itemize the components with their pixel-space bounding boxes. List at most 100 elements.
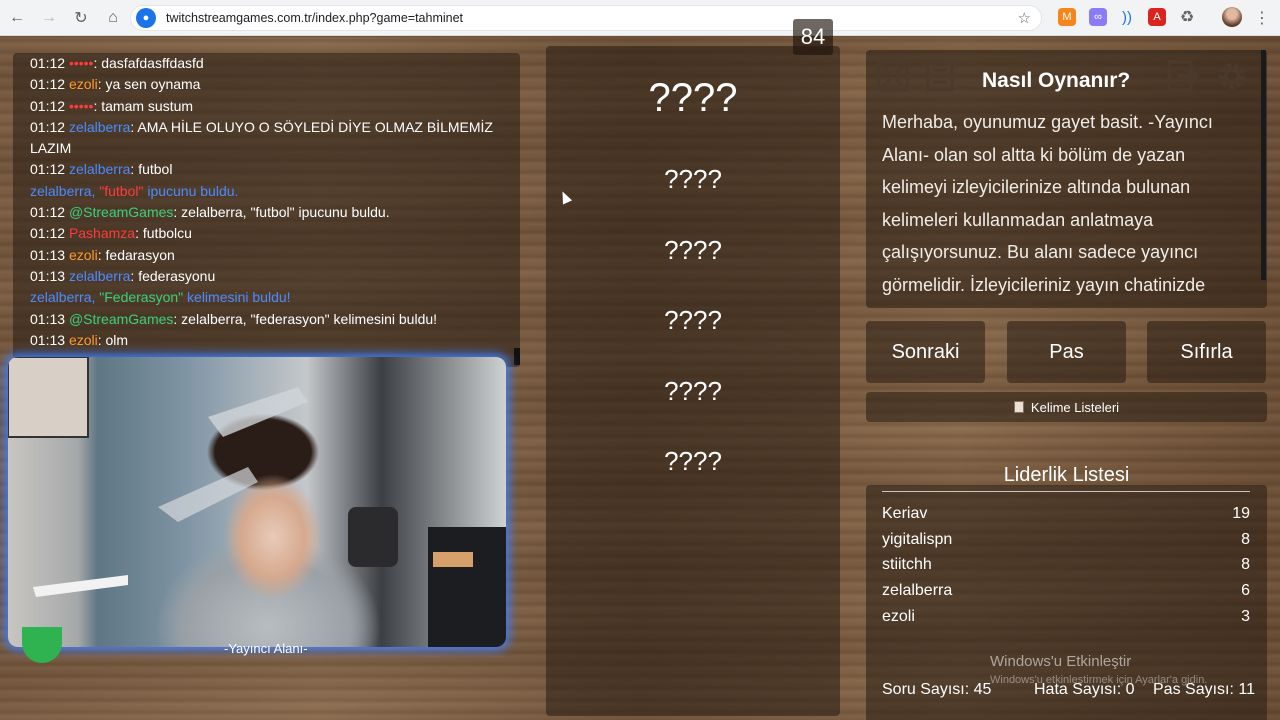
chat-text: : zelalberra, "federasyon" kelimesini bu… — [173, 310, 438, 327]
chat-username[interactable]: zelalberra — [69, 119, 130, 135]
chat-username[interactable]: ••••• — [69, 55, 94, 71]
chat-message: 01:13 zelalberra: federasyonu — [30, 266, 520, 287]
chat-text: : ya sen oynama — [97, 76, 201, 93]
reload-icon[interactable]: ↻ — [66, 3, 96, 33]
chat-message: 01:12 zelalberra: AMA HİLE OLUYO O SÖYLE… — [30, 117, 520, 160]
webcam-video — [8, 357, 506, 647]
chat-username[interactable]: @StreamGames — [69, 204, 173, 220]
next-button[interactable]: Sonraki — [866, 321, 985, 383]
howto-text: Merhaba, oyunumuz gayet basit. -Yayıncı … — [882, 112, 1213, 295]
leaderboard-row: yigitalispn 8 — [882, 531, 1250, 549]
extension-blue-icon[interactable]: )) — [1118, 8, 1136, 26]
chat-message: 01:13 ezoli: olm — [30, 330, 520, 351]
chat-timestamp: 01:13 — [30, 331, 69, 348]
player-score: 19 — [1232, 505, 1250, 522]
error-count: Hata Sayısı: 0 — [1034, 681, 1135, 698]
clue-word-3: ???? — [664, 305, 722, 335]
pass-button[interactable]: Pas — [1007, 321, 1126, 383]
player-name: yigitalispn — [882, 531, 953, 548]
word-lists-label: Kelime Listeleri — [1030, 399, 1120, 415]
chat-text: : olm — [97, 331, 129, 348]
extension-purple-icon[interactable]: ∞ — [1089, 8, 1107, 26]
player-name: Keriav — [882, 505, 928, 522]
chat-text: : tamam sustum — [93, 97, 194, 114]
player-score: 8 — [1241, 556, 1250, 573]
chat-timestamp: 01:12 — [30, 225, 69, 242]
player-name: ezoli — [882, 608, 915, 625]
address-bar[interactable]: ● twitchstreamgames.com.tr/index.php?gam… — [130, 5, 1042, 31]
chat-timestamp: 01:13 — [30, 310, 69, 327]
chat-username[interactable]: zelalberra, — [30, 289, 99, 305]
chat-timestamp: 01:12 — [30, 118, 69, 135]
leaderboard-title: Liderlik Listesi — [1003, 464, 1130, 486]
back-icon[interactable]: ← — [2, 3, 32, 33]
forward-icon[interactable]: → — [34, 3, 64, 33]
chat-username[interactable]: zelalberra — [69, 161, 130, 177]
player-score: 3 — [1241, 608, 1250, 625]
pdf-extension-icon[interactable]: A — [1148, 8, 1166, 26]
streamer-area-label: -Yayıncı Alanı- — [224, 641, 308, 656]
leaderboard-row: zelalberra 6 — [882, 582, 1250, 600]
extensions-puzzle-icon[interactable]: ♻ — [1178, 8, 1196, 26]
home-icon[interactable]: ⌂ — [98, 3, 128, 33]
clue-word-1: ???? — [664, 164, 722, 194]
menu-kebab-icon[interactable]: ⋮ — [1254, 8, 1270, 28]
player-score: 6 — [1241, 582, 1250, 599]
chat-username[interactable]: ••••• — [69, 98, 94, 114]
leaderboard-row: ezoli 3 — [882, 608, 1250, 626]
url-text[interactable]: twitchstreamgames.com.tr/index.php?game=… — [166, 11, 463, 25]
fullscreen-icon[interactable] — [875, 58, 911, 94]
word-lists-button[interactable]: Kelime Listeleri — [866, 392, 1267, 422]
howto-scrollbar[interactable] — [1261, 50, 1266, 280]
chat-text: : futbolcu — [135, 225, 192, 242]
leaderboard-row: stiitchh 8 — [882, 556, 1250, 574]
logout-icon[interactable] — [1166, 58, 1202, 94]
chat-username[interactable]: ezoli — [69, 76, 98, 92]
chat-username[interactable]: ezoli — [69, 247, 98, 263]
countdown-timer: 84 — [793, 19, 833, 55]
chat-timestamp: 01:12 — [30, 161, 69, 178]
chat-text: : futbol — [130, 161, 173, 178]
chat-timestamp: 01:13 — [30, 267, 69, 284]
player-name: stiitchh — [882, 556, 932, 573]
chat-username[interactable]: @StreamGames — [69, 311, 173, 327]
chat-highlight-word: "futbol" — [99, 182, 144, 199]
chat-message: 01:13 ezoli: fedarasyon — [30, 245, 520, 266]
chat-message: 01:12 Pashamza: futbolcu — [30, 223, 520, 244]
chat-text: : dasfafdasffdasfd — [93, 55, 204, 71]
chat-message: 01:12 zelalberra: futbol — [30, 159, 520, 180]
chat-text: : federasyonu — [130, 267, 216, 284]
leaderboard-divider — [882, 491, 1250, 492]
chat-panel: 01:12 •••••: dasfafdasffdasfd 01:12 ezoli… — [13, 53, 520, 367]
chat-message: 01:13 @StreamGames: zelalberra, "federas… — [30, 309, 520, 330]
settings-gear-icon[interactable] — [1214, 58, 1250, 94]
chat-scrollbar[interactable] — [514, 348, 520, 365]
chat-message: 01:12 •••••: tamam sustum — [30, 96, 520, 117]
reset-button[interactable]: Sıfırla — [1147, 321, 1266, 383]
chat-message: 01:12 ezoli: ya sen oynama — [30, 74, 520, 95]
clue-word-5: ???? — [664, 446, 722, 476]
question-count: Soru Sayısı: 45 — [882, 681, 992, 698]
chat-username[interactable]: zelalberra — [69, 268, 130, 284]
clue-word-4: ???? — [664, 376, 722, 406]
notes-icon[interactable] — [922, 58, 958, 94]
metamask-extension-icon[interactable]: M — [1058, 8, 1076, 26]
profile-avatar[interactable] — [1222, 7, 1242, 27]
player-name: zelalberra — [882, 582, 953, 599]
leaderboard-row: Keriav 19 — [882, 505, 1250, 523]
chat-message: zelalberra, "futbol" ipucunu buldu. — [30, 181, 520, 202]
windows-activation-title: Windows'u Etkinleştir — [990, 653, 1132, 670]
chat-username[interactable]: ezoli — [69, 332, 98, 348]
chat-timestamp: 01:13 — [30, 246, 69, 263]
chat-username[interactable]: Pashamza — [69, 225, 135, 241]
site-info-icon[interactable]: ● — [136, 8, 156, 28]
chat-message: 01:12 •••••: dasfafdasffdasfd — [30, 53, 520, 74]
pass-count: Pas Sayısı: 11 — [1153, 681, 1255, 698]
chat-timestamp: 01:12 — [30, 97, 69, 114]
chat-message: 01:12 @StreamGames: zelalberra, "futbol"… — [30, 202, 520, 223]
chat-username[interactable]: zelalberra, — [30, 183, 99, 199]
chat-text: kelimesini buldu! — [183, 289, 291, 306]
bookmark-star-icon[interactable]: ☆ — [1018, 9, 1031, 27]
chat-timestamp: 01:12 — [30, 55, 69, 71]
howto-title: Nasıl Oynanır? — [982, 69, 1131, 92]
